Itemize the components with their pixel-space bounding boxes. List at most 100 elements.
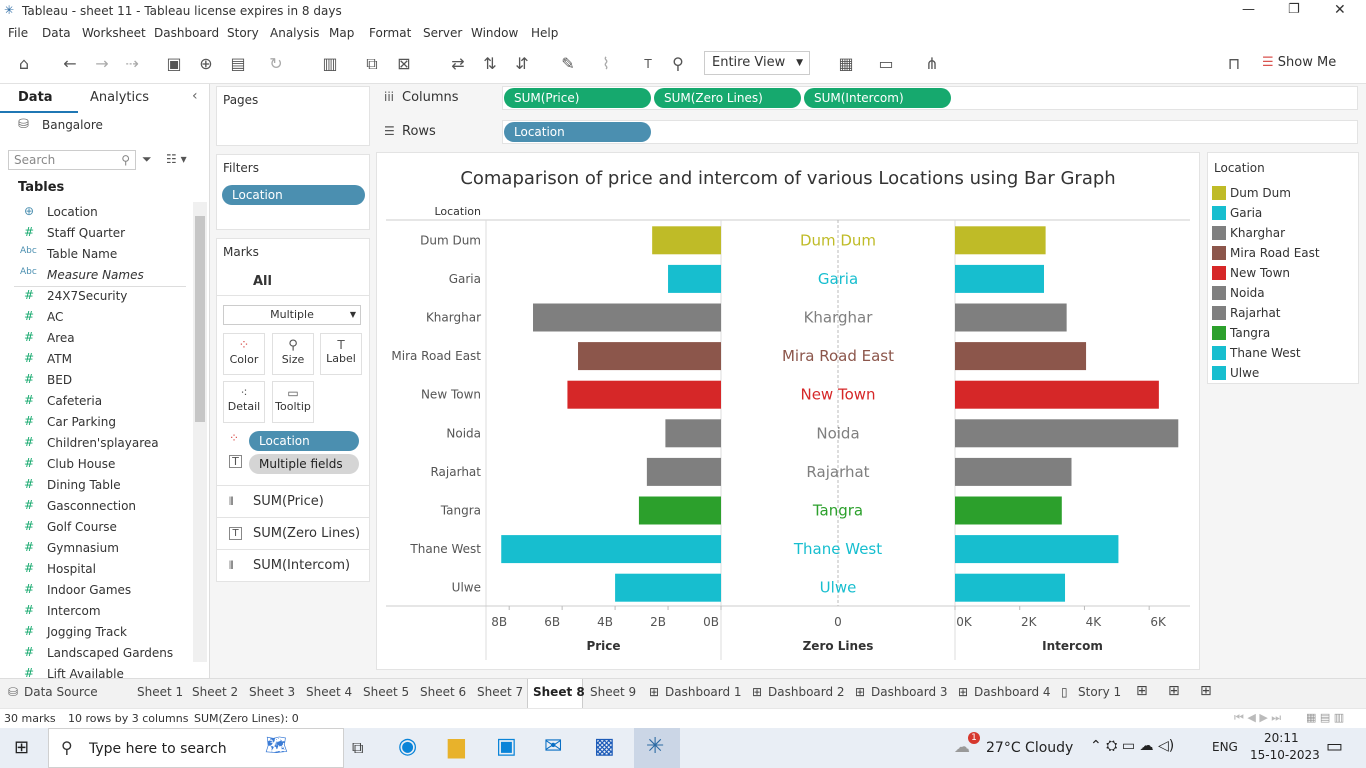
- field-item[interactable]: Gasconnection: [47, 499, 136, 513]
- redo-icon[interactable]: →: [90, 52, 114, 76]
- tab-data-source[interactable]: Data Source: [24, 685, 98, 699]
- legend-item[interactable]: Mira Road East: [1210, 245, 1358, 263]
- new-worksheet-icon[interactable]: ▥: [318, 52, 342, 76]
- column-pill-zero-lines[interactable]: SUM(Zero Lines): [654, 88, 801, 108]
- collapse-icon[interactable]: ‹: [192, 88, 198, 104]
- legend-item[interactable]: Ulwe: [1210, 365, 1358, 383]
- marks-all-tab[interactable]: All: [253, 274, 272, 289]
- marks-pill-multiple[interactable]: Multiple fields: [249, 454, 359, 474]
- new-worksheet-tab-icon[interactable]: ⊞: [1136, 683, 1148, 699]
- tab-sheet-6[interactable]: Sheet 6: [420, 685, 466, 699]
- maximize-button[interactable]: ❐: [1288, 2, 1300, 17]
- new-dashboard-tab-icon[interactable]: ⊞: [1168, 683, 1180, 699]
- filter-icon[interactable]: ⏷: [142, 152, 152, 167]
- marks-price-tab[interactable]: SUM(Price): [253, 494, 324, 509]
- marks-pill-location[interactable]: Location: [249, 431, 359, 451]
- field-item[interactable]: Golf Course: [47, 520, 117, 534]
- tab-dashboard-2[interactable]: Dashboard 2: [768, 685, 845, 699]
- legend-item[interactable]: Noida: [1210, 285, 1358, 303]
- weather-text[interactable]: 27°C Cloudy: [986, 740, 1073, 756]
- color-button[interactable]: ⁘ Color: [223, 333, 265, 375]
- legend-item[interactable]: Garia: [1210, 205, 1358, 223]
- sort-ascending-icon[interactable]: ⇅: [478, 52, 502, 76]
- tab-analytics[interactable]: Analytics: [90, 90, 149, 105]
- cards-icon[interactable]: ▦: [834, 52, 858, 76]
- mail-icon[interactable]: ✉: [544, 734, 562, 759]
- field-item[interactable]: ATM: [47, 352, 72, 366]
- show-me-button[interactable]: ☰ Show Me: [1262, 55, 1336, 70]
- taskbar-search[interactable]: ⚲ Type here to search 🗺: [48, 728, 344, 768]
- field-item[interactable]: Intercom: [47, 604, 101, 618]
- tab-sheet-7[interactable]: Sheet 7: [477, 685, 523, 699]
- scrollbar[interactable]: [193, 202, 207, 662]
- menu-story[interactable]: Story: [227, 26, 259, 40]
- tab-sheet-8[interactable]: Sheet 8: [533, 685, 585, 699]
- field-item[interactable]: Measure Names: [47, 268, 144, 282]
- menu-map[interactable]: Map: [329, 26, 354, 40]
- tab-story-1[interactable]: Story 1: [1078, 685, 1121, 699]
- datasource-name[interactable]: Bangalore: [42, 118, 103, 132]
- duplicate-icon[interactable]: ⧉: [360, 52, 384, 76]
- tab-sheet-9[interactable]: Sheet 9: [590, 685, 636, 699]
- clock-date[interactable]: 15-10-2023: [1250, 748, 1320, 762]
- pause-updates-icon[interactable]: ▤: [226, 52, 250, 76]
- word-icon[interactable]: ▩: [594, 734, 615, 759]
- close-button[interactable]: ✕: [1334, 2, 1346, 18]
- legend-item[interactable]: New Town: [1210, 265, 1358, 283]
- menu-data[interactable]: Data: [42, 26, 71, 40]
- label-button[interactable]: T Label: [320, 333, 362, 375]
- tab-nav-icon[interactable]: ⏮ ◀ ▶ ⏭: [1234, 711, 1281, 725]
- mark-type-dropdown[interactable]: Multiple ▼: [223, 305, 361, 325]
- group-icon[interactable]: ⌇: [594, 52, 618, 76]
- menu-server[interactable]: Server: [423, 26, 462, 40]
- legend-item[interactable]: Rajarhat: [1210, 305, 1358, 323]
- field-item[interactable]: Cafeteria: [47, 394, 102, 408]
- tab-dashboard-4[interactable]: Dashboard 4: [974, 685, 1051, 699]
- tab-sheet-2[interactable]: Sheet 2: [192, 685, 238, 699]
- menu-window[interactable]: Window: [471, 26, 518, 40]
- tooltip-button[interactable]: ▭ Tooltip: [272, 381, 314, 423]
- file-explorer-icon[interactable]: ▆: [448, 734, 465, 759]
- notifications-icon[interactable]: ▭: [1326, 736, 1343, 757]
- menu-format[interactable]: Format: [369, 26, 411, 40]
- legend-item[interactable]: Thane West: [1210, 345, 1358, 363]
- edge-icon[interactable]: ◉: [398, 734, 417, 759]
- home-icon[interactable]: ⌂: [12, 52, 36, 76]
- marks-zero-lines-tab[interactable]: SUM(Zero Lines): [253, 526, 360, 541]
- tab-sheet-3[interactable]: Sheet 3: [249, 685, 295, 699]
- size-button[interactable]: ⚲ Size: [272, 333, 314, 375]
- menu-dashboard[interactable]: Dashboard: [154, 26, 219, 40]
- tab-data[interactable]: Data: [18, 90, 53, 105]
- swap-icon[interactable]: ⇄: [446, 52, 470, 76]
- field-item[interactable]: Gymnasium: [47, 541, 119, 555]
- field-item[interactable]: Landscaped Gardens: [47, 646, 173, 660]
- share-icon[interactable]: ⋔: [920, 52, 944, 76]
- detail-button[interactable]: ⁖ Detail: [223, 381, 265, 423]
- new-datasource-icon[interactable]: ⊕: [194, 52, 218, 76]
- menu-file[interactable]: File: [8, 26, 28, 40]
- store-icon[interactable]: ▣: [496, 734, 517, 759]
- tableau-taskbar-button[interactable]: ✳: [634, 728, 680, 768]
- menu-worksheet[interactable]: Worksheet: [82, 26, 146, 40]
- clear-sheet-icon[interactable]: ⊠: [392, 52, 416, 76]
- menu-analysis[interactable]: Analysis: [270, 26, 319, 40]
- field-item[interactable]: AC: [47, 310, 63, 324]
- pin-icon[interactable]: ⚲: [666, 52, 690, 76]
- minimize-button[interactable]: —: [1242, 2, 1255, 17]
- presentation-icon[interactable]: ▭: [874, 52, 898, 76]
- grid-view-icon[interactable]: ▦ ▤ ▥: [1306, 711, 1344, 724]
- tray-icons[interactable]: ⌃ ⛭ ▭ ☁ ◁): [1090, 738, 1174, 754]
- column-pill-intercom[interactable]: SUM(Intercom): [804, 88, 951, 108]
- sort-descending-icon[interactable]: ⇵: [510, 52, 534, 76]
- legend-item[interactable]: Tangra: [1210, 325, 1358, 343]
- field-item[interactable]: Children'splayarea: [47, 436, 159, 450]
- new-story-tab-icon[interactable]: ⊞: [1200, 683, 1212, 699]
- search-input[interactable]: Search ⚲: [8, 150, 136, 170]
- save-icon[interactable]: ▣: [162, 52, 186, 76]
- column-pill-price[interactable]: SUM(Price): [504, 88, 651, 108]
- marks-intercom-tab[interactable]: SUM(Intercom): [253, 558, 350, 573]
- legend-item[interactable]: Dum Dum: [1210, 185, 1358, 203]
- legend-item[interactable]: Kharghar: [1210, 225, 1358, 243]
- filter-pill-location[interactable]: Location: [222, 185, 365, 205]
- field-item[interactable]: 24X7Security: [47, 289, 127, 303]
